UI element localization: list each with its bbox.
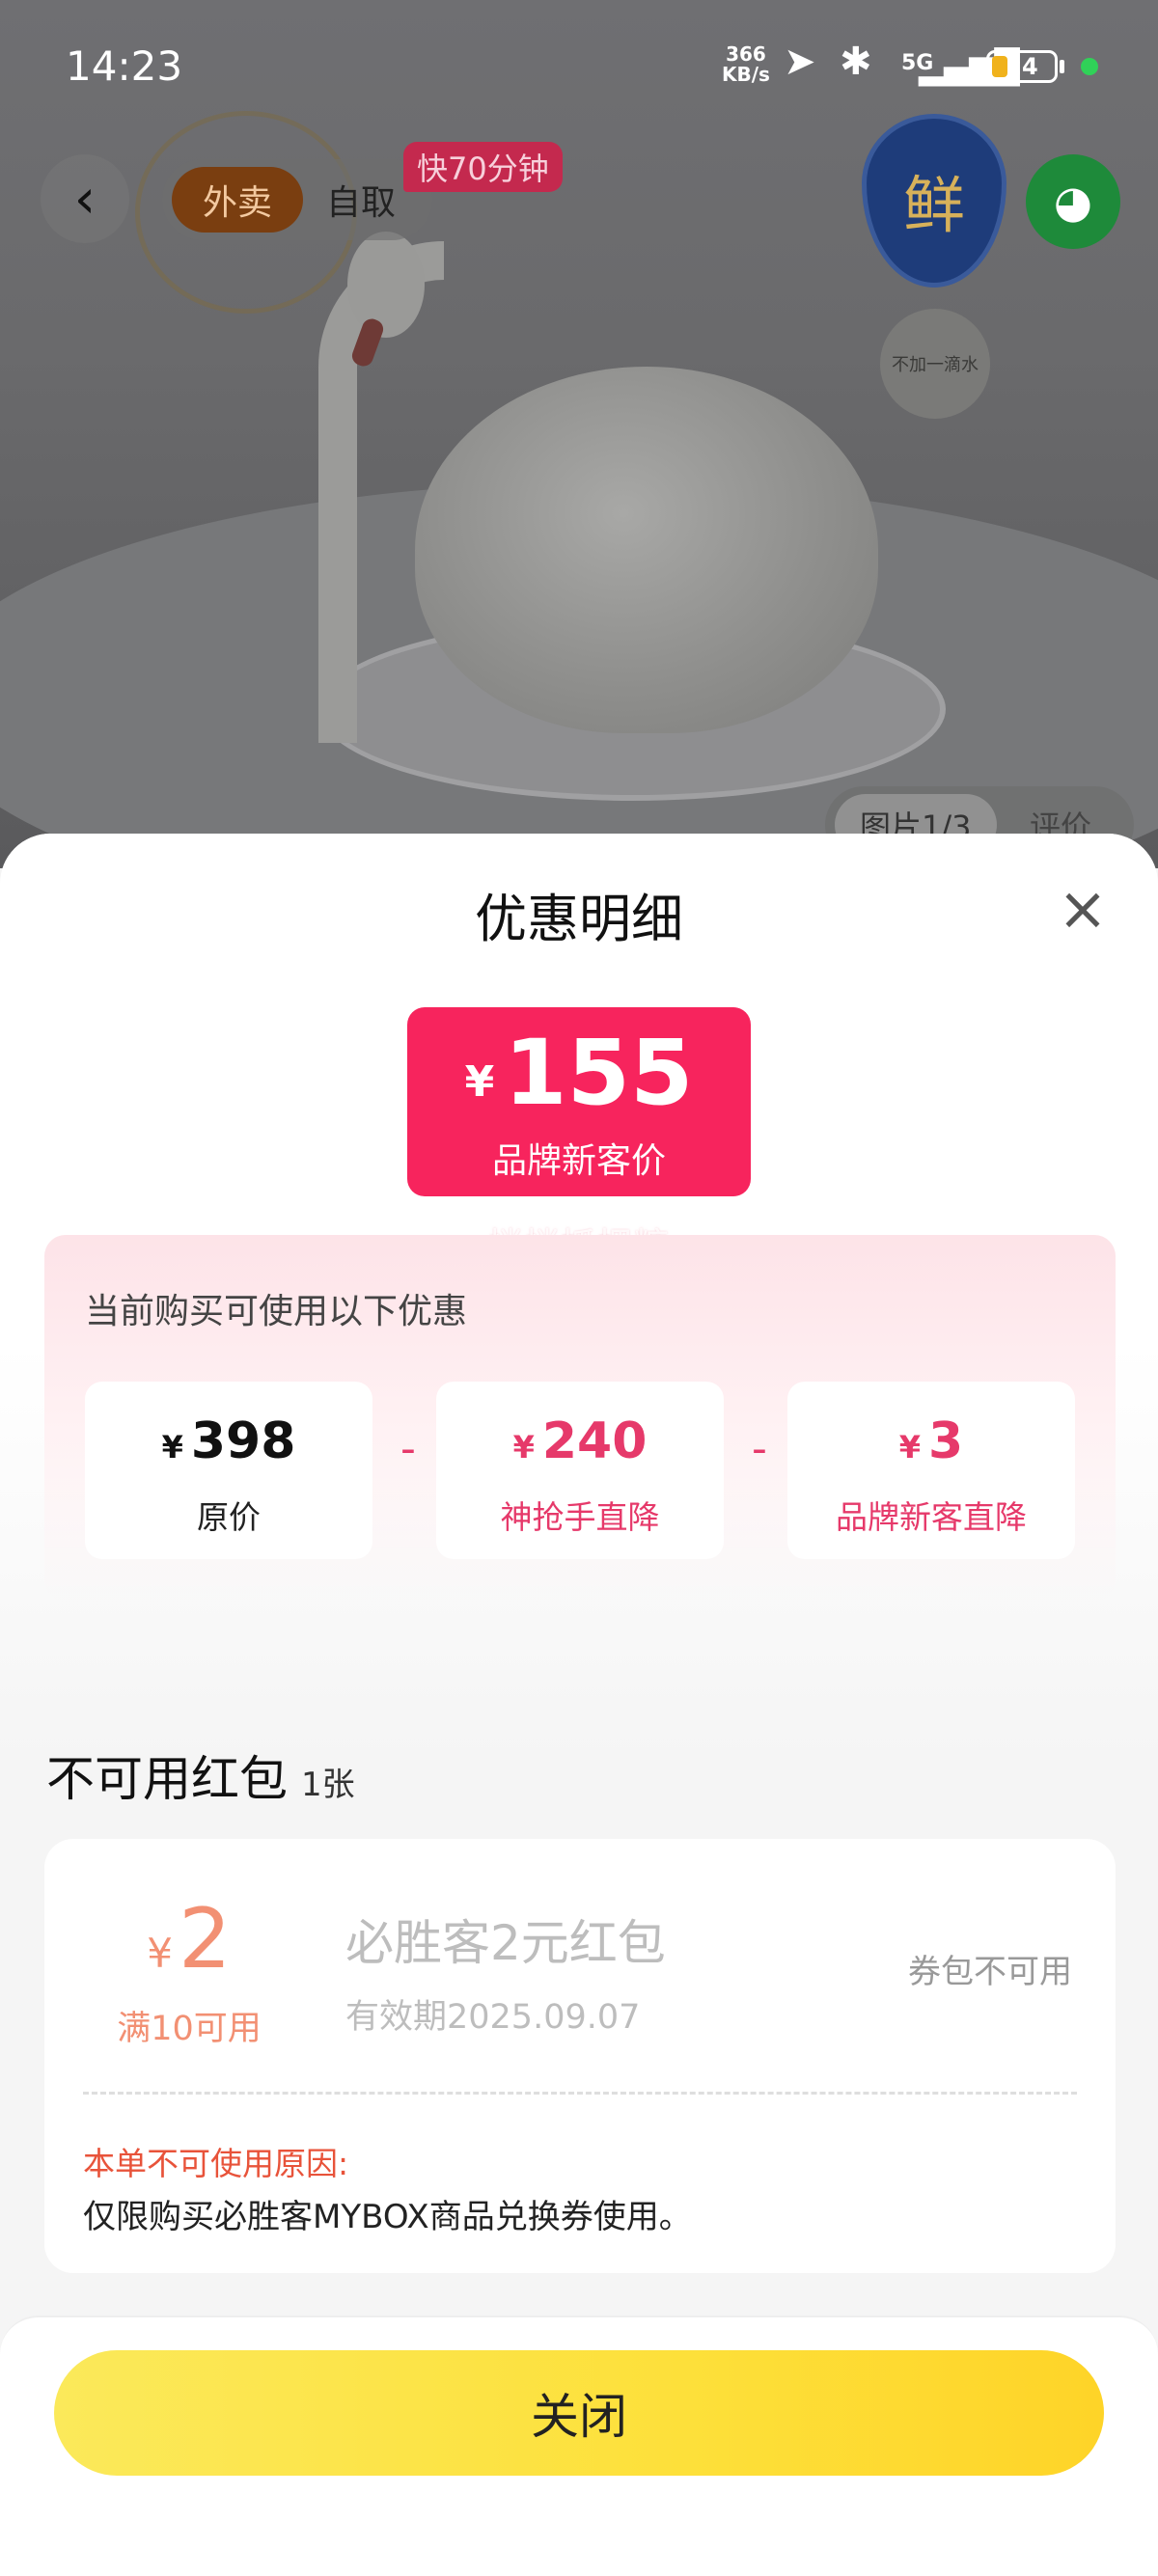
discount-original-price: ¥398 原价 (85, 1382, 372, 1559)
tab-delivery[interactable]: 外卖 (172, 167, 303, 233)
new-customer-value: 3 (928, 1412, 964, 1470)
discounts-heading: 当前购买可使用以下优惠 (85, 1292, 468, 1331)
wechat-icon: ◕ (1053, 176, 1093, 228)
no-water-badge: 不加一滴水 (880, 309, 990, 419)
close-button[interactable]: 关闭 (54, 2350, 1104, 2476)
clock: 14:23 (66, 42, 183, 90)
currency-symbol: ¥ (464, 1057, 495, 1107)
fast-delivery-tag: 快70分钟 (403, 142, 563, 192)
divider (83, 2092, 1077, 2095)
coupon-state: 券包不可用 (908, 1953, 1072, 1991)
coupon-name: 必胜客2元红包 (345, 1915, 666, 1971)
final-price-label: 品牌新客价 (491, 1141, 666, 1181)
bottom-action-bar: 关闭 (0, 2316, 1158, 2576)
bluetooth-icon: ✱ (840, 40, 872, 84)
reason-text: 仅限购买必胜客MYBOX商品兑换券使用。 (83, 2198, 692, 2236)
flash-sale-value: 240 (541, 1412, 648, 1470)
unavailable-section-title: 不可用红包 1张 (46, 1751, 355, 1807)
new-customer-label: 品牌新客直降 (836, 1498, 1027, 1536)
reason-heading: 本单不可使用原因: (83, 2145, 349, 2182)
coupon-validity: 有效期2025.09.07 (345, 1998, 641, 2037)
product-image-area (0, 0, 1158, 868)
original-price-value: 398 (190, 1412, 296, 1470)
wechat-share-button[interactable]: ◕ (1026, 154, 1120, 249)
battery-tip (1060, 60, 1064, 73)
chevron-left-icon: ‹ (73, 167, 96, 231)
discount-breakdown-card: 当前购买可使用以下优惠 ¥398 原价 - ¥240 神抢手直降 - ¥3 品牌… (44, 1235, 1116, 1602)
coupon-amount: ¥2 (147, 1891, 232, 1987)
location-icon: ➤ (784, 40, 816, 84)
discount-new-customer: ¥3 品牌新客直降 (787, 1382, 1075, 1559)
discount-flash-sale: ¥240 神抢手直降 (436, 1382, 724, 1559)
close-icon[interactable]: × (1058, 879, 1108, 939)
minus-sign: - (752, 1424, 767, 1473)
final-price-amount: 155 (504, 1021, 694, 1126)
discount-detail-sheet: 优惠明细 × ¥155 品牌新客价 悄悄抓把糖 当前购买可使用以下优惠 ¥398… (0, 834, 1158, 2576)
coupon-card: ¥2 满10可用 必胜客2元红包 有效期2025.09.07 券包不可用 本单不… (44, 1839, 1116, 2273)
order-mode-switch: 外卖 自取 (162, 159, 432, 240)
coupon-condition: 满10可用 (117, 2010, 262, 2048)
privacy-indicator-dot (1081, 58, 1098, 75)
back-button[interactable]: ‹ (41, 154, 129, 243)
tab-pickup[interactable]: 自取 (326, 167, 396, 233)
battery-icon: 24 (986, 50, 1058, 83)
swan-cake-body (415, 367, 878, 733)
swan-head (347, 232, 425, 338)
status-bar: 14:23 366 KB/s ➤ ✱ 5G ▂▄▆█ 24 (0, 0, 1158, 125)
sheet-title: 优惠明细 (475, 889, 683, 949)
final-price-badge: ¥155 品牌新客价 (407, 1007, 751, 1196)
unavailable-count: 1张 (301, 1766, 355, 1804)
flash-sale-label: 神抢手直降 (500, 1498, 660, 1536)
original-price-label: 原价 (197, 1498, 261, 1536)
network-speed: 366 KB/s (722, 42, 770, 86)
minus-sign: - (400, 1424, 416, 1473)
